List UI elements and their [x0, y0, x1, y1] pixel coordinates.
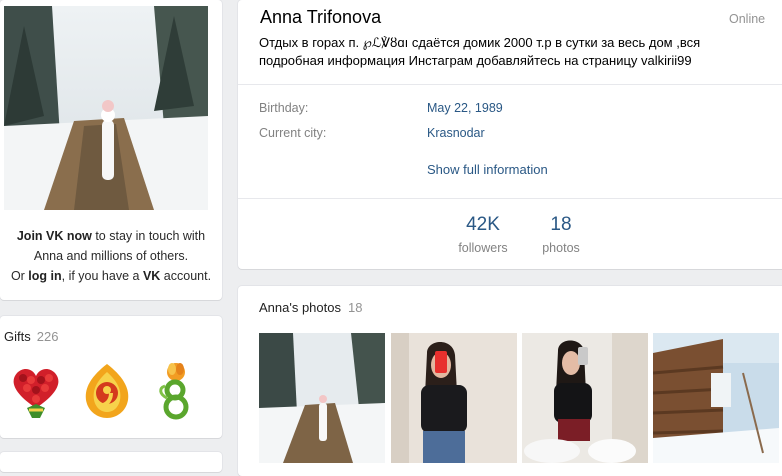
- flower-eight-icon[interactable]: [145, 360, 207, 422]
- status-line: подробная информация Инстаграм добавляйт…: [259, 53, 692, 68]
- gifts-count: 226: [36, 329, 59, 344]
- city-value[interactable]: Krasnodar: [427, 126, 485, 140]
- login-link[interactable]: log in: [28, 269, 61, 283]
- flame-nine-icon[interactable]: [76, 360, 138, 422]
- photos-count-number: 18: [550, 214, 572, 235]
- online-status: Online: [729, 12, 766, 26]
- profile-name: Anna Trifonova: [260, 7, 382, 27]
- gifts-title: Gifts: [4, 329, 31, 344]
- join-text-1: to stay in touch with: [91, 229, 206, 243]
- divider: [238, 84, 782, 85]
- photo-thumbnail[interactable]: [653, 333, 779, 463]
- photo-thumbnail[interactable]: [522, 333, 648, 463]
- next-section-card: [0, 452, 222, 472]
- join-text-2: Anna and millions of others.: [33, 249, 189, 263]
- show-full-information-link[interactable]: Show full information: [427, 162, 548, 177]
- rose-heart-bouquet-icon[interactable]: [5, 360, 67, 422]
- photos-title: Anna's photos: [259, 300, 341, 315]
- avatar[interactable]: [4, 6, 208, 210]
- vk-brand: VK: [142, 269, 161, 283]
- gifts-header[interactable]: Gifts 226: [4, 329, 58, 344]
- photos-label: photos: [542, 241, 580, 255]
- status-line: Отдых в горах п. ℘ℒ℣ȣɑı сдаётся домик 20…: [259, 35, 701, 50]
- photos-header[interactable]: Anna's photos 18: [259, 300, 362, 315]
- join-text-4: account.: [160, 269, 212, 283]
- photos-count: 18: [348, 300, 363, 315]
- profile-status: Отдых в горах п. ℘ℒ℣ȣɑı сдаётся домик 20…: [259, 34, 759, 70]
- birthday-value[interactable]: May 22, 1989: [427, 101, 503, 115]
- photo-thumbnail[interactable]: [391, 333, 517, 463]
- birthday-label: Birthday:: [259, 101, 309, 115]
- photo-thumbnail[interactable]: [259, 333, 385, 463]
- join-or: Or: [10, 269, 29, 283]
- followers-counter[interactable]: 42K followers: [448, 213, 518, 257]
- join-vk-link[interactable]: Join VK now: [17, 229, 92, 243]
- divider: [238, 198, 782, 199]
- followers-count: 42K: [466, 214, 500, 235]
- photos-counter[interactable]: 18 photos: [528, 213, 594, 257]
- join-text-3: , if you have a: [61, 269, 143, 283]
- city-label: Current city:: [259, 126, 327, 140]
- followers-label: followers: [458, 241, 508, 255]
- join-prompt: Join VK now to stay in touch with Anna a…: [0, 226, 222, 286]
